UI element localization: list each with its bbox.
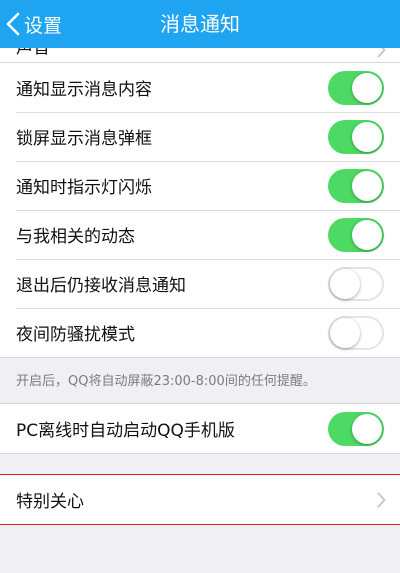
setting-row-related-activity: 与我相关的动态: [0, 210, 400, 259]
toggle-knob: [352, 72, 382, 103]
toggle-knob: [352, 219, 382, 250]
setting-label: PC离线时自动启动QQ手机版: [16, 421, 235, 441]
toggle-knob: [352, 121, 382, 152]
setting-label: 退出后仍接收消息通知: [16, 276, 186, 296]
setting-label: 通知时指示灯闪烁: [16, 178, 152, 198]
notification-toggle-group: 通知显示消息内容 锁屏显示消息弹框 通知时指示灯闪烁 与我相关的动态 退出后仍接…: [0, 62, 400, 358]
setting-row-receive-after-exit: 退出后仍接收消息通知: [0, 259, 400, 308]
pc-offline-group: PC离线时自动启动QQ手机版: [0, 403, 400, 454]
toggle-knob: [352, 413, 382, 444]
related-activity-toggle[interactable]: [328, 217, 384, 252]
setting-row-show-content: 通知显示消息内容: [0, 63, 400, 112]
led-flash-toggle[interactable]: [328, 168, 384, 203]
setting-row-led-flash: 通知时指示灯闪烁: [0, 161, 400, 210]
lockscreen-popup-toggle[interactable]: [328, 119, 384, 154]
setting-label: 锁屏显示消息弹框: [16, 129, 152, 149]
setting-label: 夜间防骚扰模式: [16, 325, 135, 345]
chevron-right-icon: [377, 48, 386, 62]
setting-row-night-mode: 夜间防骚扰模式: [0, 308, 400, 357]
settings-item-label: 声音: [16, 48, 50, 58]
toggle-knob: [352, 170, 382, 201]
settings-content: 声音 通知显示消息内容 锁屏显示消息弹框 通知时指示灯闪烁 与我相关的动态 退出…: [0, 48, 400, 549]
night-mode-note: 开启后，QQ将自动屏蔽23:00-8:00间的任何提醒。: [0, 358, 400, 403]
setting-row-lockscreen-popup: 锁屏显示消息弹框: [0, 112, 400, 161]
page-title: 消息通知: [160, 12, 240, 36]
setting-label: 通知显示消息内容: [16, 80, 152, 100]
special-care-item[interactable]: 特别关心: [0, 475, 400, 524]
toggle-knob: [330, 268, 360, 299]
show-content-toggle[interactable]: [328, 70, 384, 105]
receive-after-exit-toggle[interactable]: [328, 266, 384, 301]
chevron-right-icon: [377, 492, 386, 512]
bottom-spacer: [0, 525, 400, 549]
pc-offline-toggle[interactable]: [328, 411, 384, 446]
nav-bar: 设置 消息通知: [0, 0, 400, 48]
special-care-group: 特别关心: [0, 474, 400, 525]
night-mode-toggle[interactable]: [328, 315, 384, 350]
toggle-knob: [330, 317, 360, 348]
settings-item-sound[interactable]: 声音: [0, 48, 400, 62]
setting-label: 与我相关的动态: [16, 227, 135, 247]
setting-row-pc-offline: PC离线时自动启动QQ手机版: [0, 404, 400, 453]
special-care-label: 特别关心: [16, 492, 84, 512]
